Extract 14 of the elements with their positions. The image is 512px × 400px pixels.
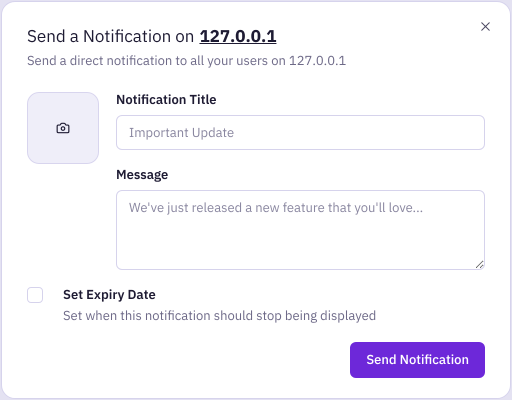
field-label: Message (116, 164, 170, 184)
message-input[interactable]: We've just released a new feature that you'll love... (116, 190, 485, 270)
expiry-checkbox[interactable] (27, 286, 43, 302)
dialog-subtitle: Send a direct notification to all your users on 127.0.0.1 (27, 51, 348, 70)
send-button[interactable]: Send Notification (350, 342, 485, 378)
field-label: Notification Title (116, 90, 218, 110)
camera-icon (56, 120, 70, 134)
image-upload[interactable] (27, 92, 99, 164)
expiry-description: Set when this notification should stop being displayed (63, 306, 376, 325)
host-link[interactable]: 127.0.0.1 (199, 24, 276, 48)
dialog-title: Send a Notification on (27, 24, 194, 48)
expiry-label: Set Expiry Date (63, 284, 157, 304)
close-icon[interactable] (478, 19, 493, 34)
title-input[interactable]: Important Update (116, 114, 485, 150)
